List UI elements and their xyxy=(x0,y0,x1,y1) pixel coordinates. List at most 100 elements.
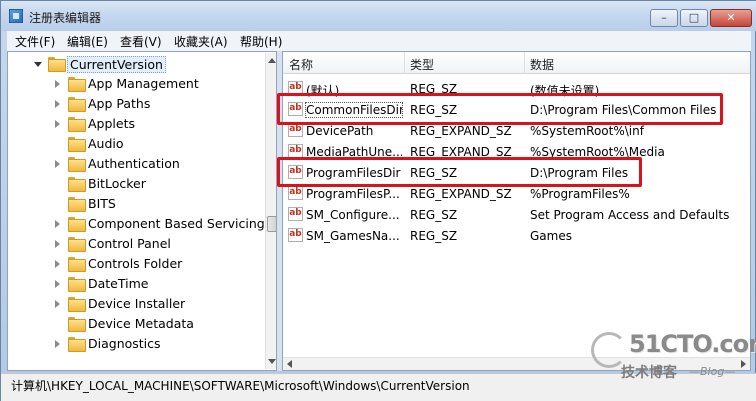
value-data: Set Program Access and Defaults xyxy=(530,208,730,222)
value-data: Games xyxy=(530,229,572,243)
tree-item[interactable]: Diagnostics xyxy=(8,334,264,354)
registry-value-row[interactable]: ab SM_Configure... REG_SZ Set Program Ac… xyxy=(283,204,750,225)
string-value-icon: ab xyxy=(288,81,303,95)
folder-icon xyxy=(68,217,86,232)
watermark-site-name: 51CTO.com xyxy=(629,330,756,358)
expand-arrow-icon[interactable] xyxy=(55,160,60,168)
expand-arrow-icon[interactable] xyxy=(55,220,60,228)
value-type: REG_EXPAND_SZ xyxy=(410,124,512,138)
folder-icon xyxy=(68,197,86,212)
tree-item-label: BitLocker xyxy=(88,176,146,191)
window-title: 注册表编辑器 xyxy=(29,11,102,25)
registry-editor-window: 注册表编辑器 – □ ✕ 文件(F) 编辑(E) 查看(V) 收藏夹(A) 帮助… xyxy=(0,0,756,401)
expand-arrow-icon[interactable] xyxy=(55,100,60,108)
tree-item[interactable]: Control Panel xyxy=(8,234,264,254)
expand-arrow-icon[interactable] xyxy=(55,120,60,128)
expand-arrow-icon[interactable] xyxy=(55,240,60,248)
value-type: REG_EXPAND_SZ xyxy=(410,145,512,159)
tree-item[interactable]: DateTime xyxy=(8,274,264,294)
menu-favorites[interactable]: 收藏夹(A) xyxy=(174,33,228,50)
scrollbar-thumb[interactable] xyxy=(267,216,276,232)
close-button[interactable]: ✕ xyxy=(710,9,752,27)
scroll-down-arrow-icon[interactable] xyxy=(268,359,276,364)
tree-item-label: Control Panel xyxy=(88,236,171,251)
registry-value-row[interactable]: ab SM_GamesNa... REG_SZ Games xyxy=(283,225,750,246)
string-value-icon: ab xyxy=(288,165,303,179)
folder-icon xyxy=(68,157,86,172)
tree-item-label: App Paths xyxy=(88,96,151,111)
tree-vertical-scrollbar[interactable] xyxy=(265,53,276,369)
maximize-button[interactable]: □ xyxy=(680,9,708,27)
column-divider[interactable] xyxy=(404,52,405,74)
tree-item[interactable]: Device Metadata xyxy=(8,314,264,334)
tree-item[interactable]: Audio xyxy=(8,134,264,154)
minimize-button[interactable]: – xyxy=(650,9,678,27)
tree-item-label: Authentication xyxy=(88,156,180,171)
value-type: REG_SZ xyxy=(410,229,458,243)
tree-item-label: Controls Folder xyxy=(88,256,183,271)
title-bar[interactable]: 注册表编辑器 – □ ✕ xyxy=(1,1,756,31)
registry-value-row[interactable]: ab (默认) REG_SZ (数值未设置) xyxy=(283,78,750,99)
tree-item[interactable]: Device Installer xyxy=(8,294,264,314)
folder-icon xyxy=(68,257,86,272)
value-data: D:\Program Files\Common Files xyxy=(530,103,717,117)
registry-value-row[interactable]: ab DevicePath REG_EXPAND_SZ %SystemRoot%… xyxy=(283,120,750,141)
watermark-subtitle: 技术博客 xyxy=(621,365,677,381)
folder-icon xyxy=(68,137,86,152)
value-data: (数值未设置) xyxy=(530,84,600,98)
value-data: %ProgramFiles% xyxy=(530,187,630,201)
value-name: (默认) xyxy=(306,84,340,98)
tree-item[interactable]: BitLocker xyxy=(8,174,264,194)
value-type: REG_SZ xyxy=(410,208,458,222)
expand-arrow-icon[interactable] xyxy=(55,280,60,288)
list-header: 名称 类型 数据 xyxy=(283,52,750,74)
expand-arrow-icon[interactable] xyxy=(55,340,60,348)
expand-arrow-icon[interactable] xyxy=(55,260,60,268)
scroll-left-arrow-icon[interactable] xyxy=(287,360,292,368)
tree-item[interactable]: Applets xyxy=(8,114,264,134)
registry-value-row[interactable]: ab MediaPathUne... REG_EXPAND_SZ %System… xyxy=(283,141,750,162)
tree-item-label: Device Metadata xyxy=(88,316,194,331)
folder-icon xyxy=(68,297,86,312)
menu-help[interactable]: 帮助(H) xyxy=(240,33,282,50)
tree-item-label: App Management xyxy=(88,76,199,91)
folder-icon xyxy=(68,277,86,292)
value-data: %SystemRoot%\Media xyxy=(530,145,665,159)
tree-item[interactable]: App Management xyxy=(8,74,264,94)
value-name: CommonFilesDir xyxy=(305,102,403,118)
tree-item[interactable]: Component Based Servicing xyxy=(8,214,265,234)
value-name: SM_Configure... xyxy=(306,208,400,222)
tree-item[interactable]: BITS xyxy=(8,194,264,214)
tree-item[interactable]: Authentication xyxy=(8,154,264,174)
value-name: ProgramFilesP... xyxy=(306,187,400,201)
column-header-name[interactable]: 名称 xyxy=(289,56,313,73)
tree-item-currentversion[interactable]: CurrentVersion xyxy=(8,54,264,74)
registry-value-row[interactable]: ab ProgramFilesP... REG_EXPAND_SZ %Progr… xyxy=(283,183,750,204)
value-type: REG_SZ xyxy=(410,166,458,180)
tree-item[interactable]: Controls Folder xyxy=(8,254,264,274)
column-header-type[interactable]: 类型 xyxy=(410,56,434,73)
site-watermark: 51CTO.com 技术博客 —Blog— xyxy=(589,328,756,386)
menu-file[interactable]: 文件(F) xyxy=(15,33,55,50)
menu-view[interactable]: 查看(V) xyxy=(120,33,162,50)
collapse-arrow-icon[interactable] xyxy=(34,62,42,67)
registry-values-list[interactable]: 名称 类型 数据 ab (默认) REG_SZ (数值未设置) ab Commo… xyxy=(282,51,751,371)
tree-item-label: Applets xyxy=(88,116,135,131)
column-header-data[interactable]: 数据 xyxy=(530,56,554,73)
expand-arrow-icon[interactable] xyxy=(55,80,60,88)
expandable-string-value-icon: ab xyxy=(288,123,303,137)
menu-bar: 文件(F) 编辑(E) 查看(V) 收藏夹(A) 帮助(H) xyxy=(7,31,751,51)
value-type: REG_SZ xyxy=(410,103,458,117)
registry-value-row[interactable]: ab CommonFilesDir REG_SZ D:\Program File… xyxy=(283,99,750,120)
registry-key-tree[interactable]: CurrentVersion App Management App Paths … xyxy=(7,51,277,371)
open-folder-icon xyxy=(48,57,66,72)
expand-arrow-icon[interactable] xyxy=(55,300,60,308)
tree-item[interactable]: App Paths xyxy=(8,94,264,114)
tree-item-label: CurrentVersion xyxy=(67,56,166,73)
expandable-string-value-icon: ab xyxy=(288,186,303,200)
tree-item-label: Audio xyxy=(88,136,124,151)
column-divider[interactable] xyxy=(524,52,525,74)
registry-value-row[interactable]: ab ProgramFilesDir REG_SZ D:\Program Fil… xyxy=(283,162,750,183)
menu-edit[interactable]: 编辑(E) xyxy=(67,33,108,50)
scroll-up-arrow-icon[interactable] xyxy=(268,58,276,63)
